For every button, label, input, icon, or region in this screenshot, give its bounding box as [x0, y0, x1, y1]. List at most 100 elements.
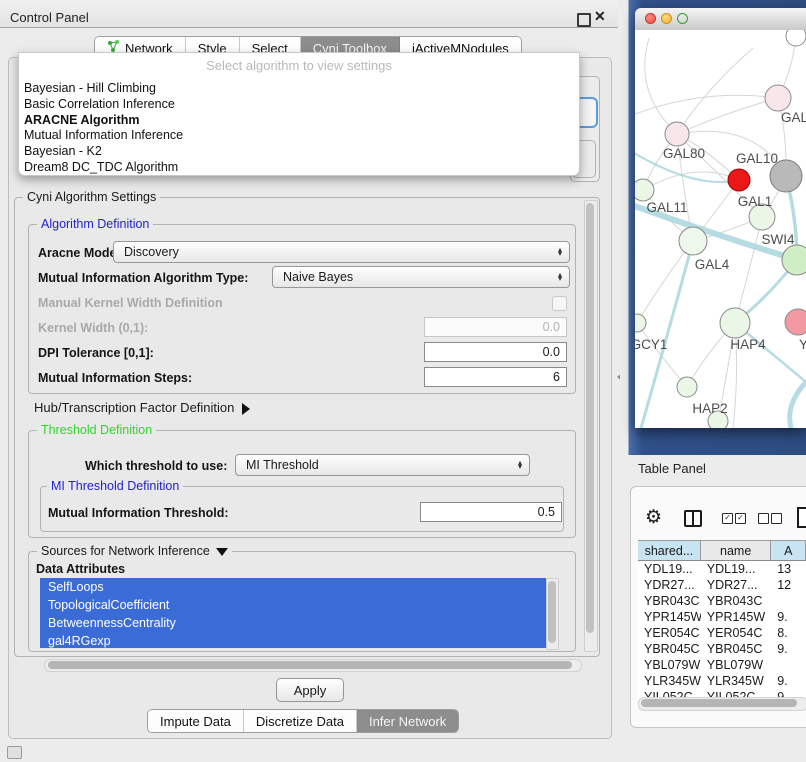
- mi-steps-field[interactable]: 6: [424, 367, 567, 387]
- table-cell[interactable]: YBR045C: [638, 641, 701, 657]
- table-row[interactable]: YBR045CYBR045C9.: [638, 641, 806, 657]
- algorithm-option[interactable]: Dream8 DC_TDC Algorithm: [24, 160, 178, 174]
- attribute-list-item[interactable]: TopologicalCoefficient: [40, 596, 546, 614]
- node-hap4[interactable]: [720, 308, 750, 338]
- attribute-list-item[interactable]: SelfLoops: [40, 578, 546, 596]
- node-hap2[interactable]: [677, 377, 697, 397]
- network-edge[interactable]: [677, 98, 778, 134]
- settings-vscroll-thumb[interactable]: [586, 203, 594, 633]
- network-edge[interactable]: [735, 217, 762, 323]
- network-edge[interactable]: [645, 38, 677, 134]
- node-gal11[interactable]: [635, 179, 654, 201]
- node-gal8x[interactable]: [765, 85, 791, 111]
- float-panel-icon[interactable]: [577, 13, 591, 27]
- algorithm-option[interactable]: ARACNE Algorithm: [24, 113, 140, 127]
- table-row[interactable]: YDL19...YDL19...13: [638, 561, 806, 577]
- checked-column-icon[interactable]: ✓: [735, 513, 746, 524]
- algorithm-option[interactable]: Bayesian - K2: [24, 144, 102, 158]
- node-gal80[interactable]: [665, 122, 689, 146]
- network-view-window[interactable]: GALGAL80GAL10GAL1GAL11SWI4GAL4GCY1HAP4YH…: [635, 8, 806, 428]
- which-threshold-combo[interactable]: MI Threshold ▴▾: [235, 454, 530, 476]
- network-edge[interactable]: [677, 48, 753, 134]
- attribute-list-scrollbar[interactable]: [546, 578, 559, 650]
- table-cell[interactable]: 9.: [771, 609, 806, 625]
- table-row[interactable]: YDR27...YDR27...12: [638, 577, 806, 593]
- table-row[interactable]: YBL079WYBL079W: [638, 657, 806, 673]
- table-hscroll-thumb[interactable]: [641, 699, 797, 707]
- table-cell[interactable]: 13: [771, 561, 806, 577]
- table-cell[interactable]: YBL079W: [701, 657, 771, 673]
- column-header[interactable]: A: [771, 541, 806, 560]
- aracne-mode-combo[interactable]: Discovery ▴▾: [113, 241, 570, 263]
- attribute-list-item[interactable]: BetweennessCentrality: [40, 614, 546, 632]
- table-cell[interactable]: 9.: [771, 673, 806, 689]
- settings-vertical-scrollbar[interactable]: [584, 200, 598, 652]
- settings-hscroll-thumb[interactable]: [48, 661, 572, 669]
- table-cell[interactable]: 9.: [771, 641, 806, 657]
- unchecked-column-icon[interactable]: [758, 513, 769, 524]
- tab-discretize-data[interactable]: Discretize Data: [244, 710, 357, 732]
- window-close-icon[interactable]: [645, 13, 656, 24]
- kernel-width-field[interactable]: 0.0: [424, 317, 567, 337]
- node-gcy1[interactable]: [635, 314, 646, 332]
- tab-impute-data[interactable]: Impute Data: [148, 710, 244, 732]
- apply-button[interactable]: Apply: [276, 678, 344, 702]
- table-cell[interactable]: [771, 593, 806, 609]
- manual-kernel-checkbox[interactable]: [552, 296, 567, 311]
- split-columns-icon[interactable]: [684, 510, 702, 527]
- new-column-icon[interactable]: [797, 507, 806, 528]
- table-cell[interactable]: YDR27...: [701, 577, 771, 593]
- column-header[interactable]: shared...: [638, 541, 701, 560]
- table-cell[interactable]: YDL19...: [638, 561, 701, 577]
- attribute-list-item[interactable]: gal4RGexp: [40, 632, 546, 648]
- table-cell[interactable]: YBL079W: [638, 657, 701, 673]
- window-minimize-icon[interactable]: [661, 13, 672, 24]
- hub-definition-expander[interactable]: Hub/Transcription Factor Definition: [34, 400, 250, 415]
- settings-horizontal-scrollbar[interactable]: [44, 659, 582, 672]
- column-header[interactable]: name: [701, 541, 772, 560]
- checked-column-icon[interactable]: ✓: [722, 513, 733, 524]
- network-edge-highlighted[interactable]: [790, 382, 806, 428]
- mi-type-combo[interactable]: Naive Bayes ▴▾: [272, 266, 570, 288]
- table-row[interactable]: YLR345WYLR345W9.: [638, 673, 806, 689]
- close-panel-icon[interactable]: ✕: [594, 8, 606, 25]
- algorithm-option[interactable]: Bayesian - Hill Climbing: [24, 81, 156, 95]
- table-row[interactable]: YPR145WYPR145W9.: [638, 609, 806, 625]
- table-horizontal-scrollbar[interactable]: [638, 697, 806, 711]
- network-window-titlebar[interactable]: [635, 8, 806, 31]
- table-cell[interactable]: YBR045C: [701, 641, 771, 657]
- table-cell[interactable]: [771, 657, 806, 673]
- node-fragment-top[interactable]: [786, 30, 806, 46]
- dpi-tolerance-field[interactable]: 0.0: [424, 342, 567, 362]
- unchecked-column-icon[interactable]: [771, 513, 782, 524]
- window-zoom-icon[interactable]: [677, 13, 688, 24]
- table-settings-gear-icon[interactable]: ⚙: [645, 506, 662, 529]
- node-gal4[interactable]: [679, 227, 707, 255]
- mi-threshold-field[interactable]: 0.5: [420, 502, 562, 522]
- table-cell[interactable]: 12: [771, 577, 806, 593]
- node-salmon[interactable]: [785, 309, 806, 335]
- network-edge-highlighted[interactable]: [641, 241, 693, 428]
- table-row[interactable]: YBR043CYBR043C: [638, 593, 806, 609]
- table-cell[interactable]: YER054C: [638, 625, 701, 641]
- table-cell[interactable]: YBR043C: [638, 593, 701, 609]
- tab-infer-network[interactable]: Infer Network: [357, 710, 458, 732]
- table-cell[interactable]: YPR145W: [638, 609, 701, 625]
- table-cell[interactable]: YBR043C: [701, 593, 771, 609]
- table-cell[interactable]: YER054C: [701, 625, 771, 641]
- table-cell[interactable]: YLR345W: [638, 673, 701, 689]
- network-edge[interactable]: [637, 241, 693, 323]
- panel-dock-icon[interactable]: [7, 746, 22, 759]
- table-row[interactable]: YER054CYER054C8.: [638, 625, 806, 641]
- algorithm-option[interactable]: Mutual Information Inference: [24, 128, 183, 142]
- table-cell[interactable]: 8.: [771, 625, 806, 641]
- table-cell[interactable]: YDR27...: [638, 577, 701, 593]
- node-swi4[interactable]: [782, 245, 806, 275]
- table-cell[interactable]: YPR145W: [701, 609, 771, 625]
- table-cell[interactable]: YDL19...: [701, 561, 771, 577]
- algorithm-option[interactable]: Basic Correlation Inference: [24, 97, 175, 111]
- table-cell[interactable]: YLR345W: [701, 673, 771, 689]
- attribute-list-scroll-thumb[interactable]: [548, 581, 556, 643]
- node-red[interactable]: [728, 169, 750, 191]
- network-canvas[interactable]: GALGAL80GAL10GAL1GAL11SWI4GAL4GCY1HAP4YH…: [635, 30, 806, 428]
